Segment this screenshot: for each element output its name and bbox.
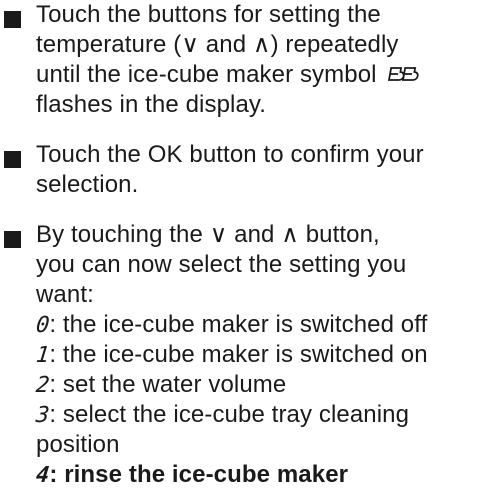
setting-text: : set the water volume [49, 371, 287, 398]
setting-text: : the ice-cube maker is switched on [49, 341, 428, 368]
setting-option-0: 0: the ice-cube maker is switched off [35, 310, 476, 340]
text-line: until the ice-cube maker symbol [36, 61, 377, 88]
text-line: flashes in the display. [36, 91, 266, 118]
text-line-with-icon: until the ice-cube maker symbol [36, 60, 476, 90]
setting-text: : the ice-cube maker is switched off [49, 311, 428, 338]
setting-option-2: 2: set the water volume [35, 370, 476, 400]
ice-cube-maker-icon [388, 67, 419, 81]
text-line: want: [36, 281, 94, 308]
setting-option-3-continued: position [36, 430, 476, 460]
text-line: selection. [36, 171, 139, 198]
text-line: Touch the OK button to confirm your [36, 141, 424, 168]
instruction-page: Touch the buttons for setting the temper… [0, 0, 479, 503]
step-3-text: By touching the ∨ and ∧ button, you can … [35, 220, 476, 490]
bullet-square [4, 231, 21, 248]
setting-text: : rinse the ice-cube maker [49, 461, 349, 488]
setting-option-3: 3: select the ice-cube tray cleaning [35, 400, 476, 430]
setting-text: : select the ice-cube tray cleaning [49, 401, 410, 428]
setting-option-4: 4: rinse the ice-cube maker [35, 460, 476, 490]
bullet-square [4, 11, 21, 28]
text-line: temperature (∨ and ∧) repeatedly [36, 31, 399, 58]
step-2-text: Touch the OK button to confirm your sele… [36, 140, 476, 200]
step-1-text: Touch the buttons for setting the temper… [36, 0, 476, 120]
setting-option-1: 1: the ice-cube maker is switched on [35, 340, 476, 370]
setting-text: position [36, 431, 120, 458]
text-line: Touch the buttons for setting the [36, 1, 381, 28]
text-line: By touching the ∨ and ∧ button, [36, 221, 380, 248]
text-line: you can now select the setting you [36, 251, 407, 278]
bullet-square [4, 151, 21, 168]
